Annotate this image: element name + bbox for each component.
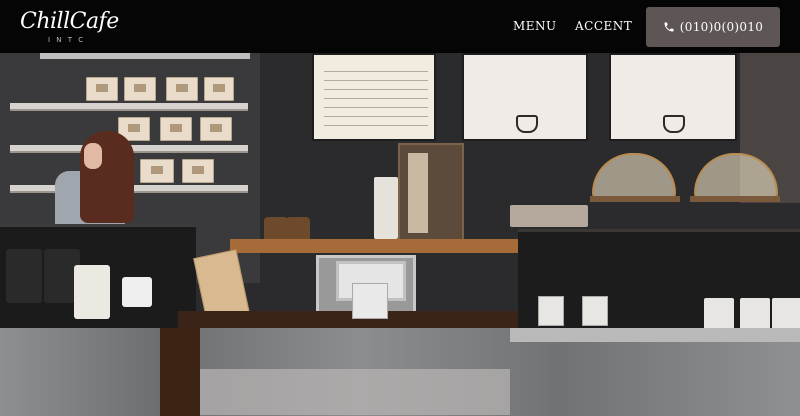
hero-cafe-image <box>0 53 800 416</box>
product-box <box>204 77 234 101</box>
product-box <box>166 77 198 101</box>
product-box <box>538 296 564 326</box>
phone-icon <box>664 22 674 32</box>
menu-board <box>609 53 737 141</box>
dome-base <box>690 196 780 202</box>
product-box <box>582 296 608 326</box>
back-counter <box>230 239 520 253</box>
product-box <box>86 77 118 101</box>
cup-logo-icon <box>663 115 685 133</box>
menu-board <box>462 53 588 141</box>
coffee-bag <box>74 265 110 319</box>
product-box <box>140 159 174 183</box>
brand-tagline: I N T C <box>48 36 86 44</box>
coffee-bag <box>6 249 42 303</box>
barista-face <box>84 143 102 169</box>
cup-logo-icon <box>516 115 538 133</box>
display-case-right <box>518 229 800 334</box>
product-box <box>124 77 156 101</box>
product-box <box>182 159 214 183</box>
machine-panel <box>408 153 428 233</box>
counter-front-wood <box>160 328 200 416</box>
phone-call-button[interactable]: (010)0(0)010 <box>646 7 780 47</box>
product-box <box>200 117 232 141</box>
cash-register <box>352 283 388 319</box>
nav-link-accent[interactable]: ACCENT <box>575 19 632 33</box>
counter-panel <box>200 369 510 415</box>
coffee-bag <box>122 277 152 307</box>
menu-board-text <box>324 63 428 133</box>
pastry-dome <box>592 153 676 199</box>
phone-number: (010)0(0)010 <box>679 20 764 34</box>
espresso-machine <box>398 143 464 243</box>
display-case-left <box>0 224 196 328</box>
nav-link-menu[interactable]: MENU <box>513 19 557 33</box>
shelf-beam <box>40 53 250 59</box>
product-box <box>160 117 192 141</box>
pastry-tray <box>510 205 588 227</box>
top-navbar: ChillCafe I N T C MENU ACCENT (010)0(0)0… <box>0 0 800 53</box>
counter-top-right <box>510 328 800 342</box>
menu-board <box>312 53 436 141</box>
brand-logo[interactable]: ChillCafe <box>20 9 119 34</box>
wall-shelf <box>10 103 248 111</box>
coffee-grinder <box>384 177 398 239</box>
dome-base <box>590 196 680 202</box>
